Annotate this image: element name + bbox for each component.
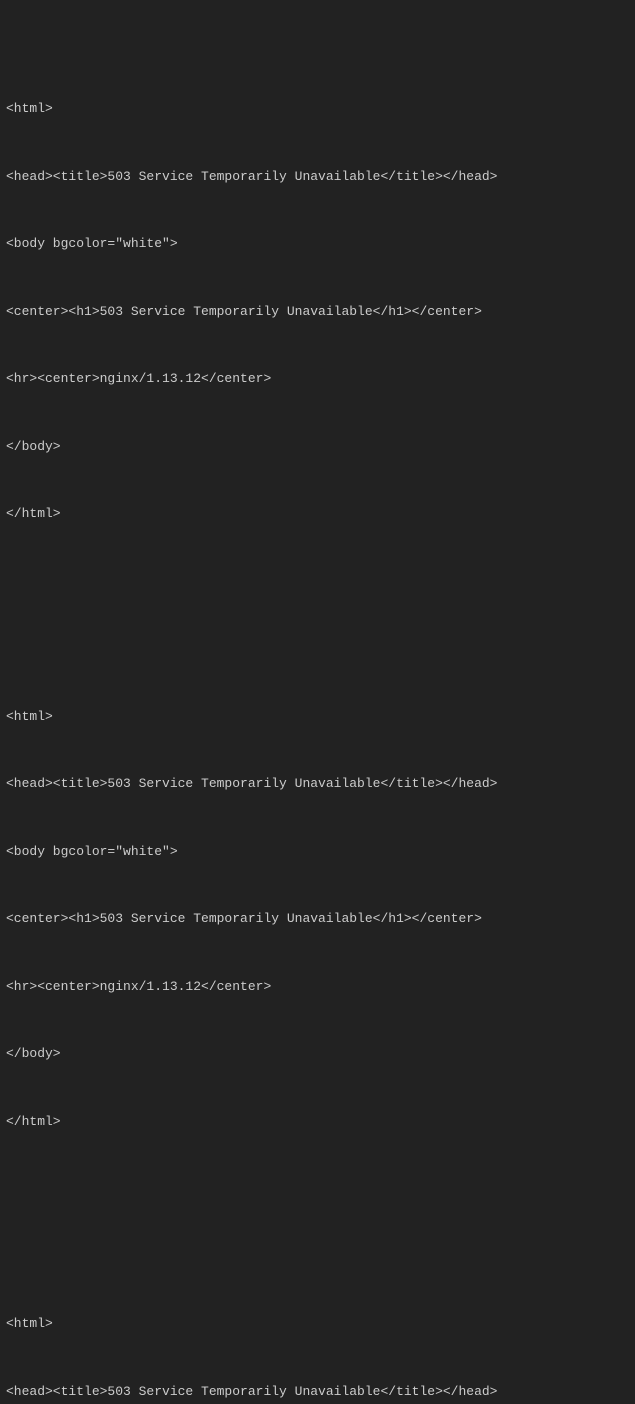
code-line: </body> <box>6 436 629 459</box>
code-line: <body bgcolor="white"> <box>6 841 629 864</box>
code-line: <head><title>503 Service Temporarily Una… <box>6 166 629 189</box>
html-block-1: <html> <head><title>503 Service Temporar… <box>6 53 629 571</box>
code-line: <center><h1>503 Service Temporarily Unav… <box>6 301 629 324</box>
code-line: </html> <box>6 1111 629 1134</box>
code-line: <head><title>503 Service Temporarily Una… <box>6 1381 629 1404</box>
code-line: <body bgcolor="white"> <box>6 233 629 256</box>
code-line: <hr><center>nginx/1.13.12</center> <box>6 976 629 999</box>
code-line: <head><title>503 Service Temporarily Una… <box>6 773 629 796</box>
code-line: <html> <box>6 1313 629 1336</box>
code-line: <center><h1>503 Service Temporarily Unav… <box>6 908 629 931</box>
code-line: <html> <box>6 98 629 121</box>
html-block-2: <html> <head><title>503 Service Temporar… <box>6 661 629 1179</box>
code-line: <hr><center>nginx/1.13.12</center> <box>6 368 629 391</box>
code-output: <html> <head><title>503 Service Temporar… <box>6 8 629 1404</box>
code-line: <html> <box>6 706 629 729</box>
code-line: </html> <box>6 503 629 526</box>
code-line: </body> <box>6 1043 629 1066</box>
html-block-3: <html> <head><title>503 Service Temporar… <box>6 1268 629 1404</box>
